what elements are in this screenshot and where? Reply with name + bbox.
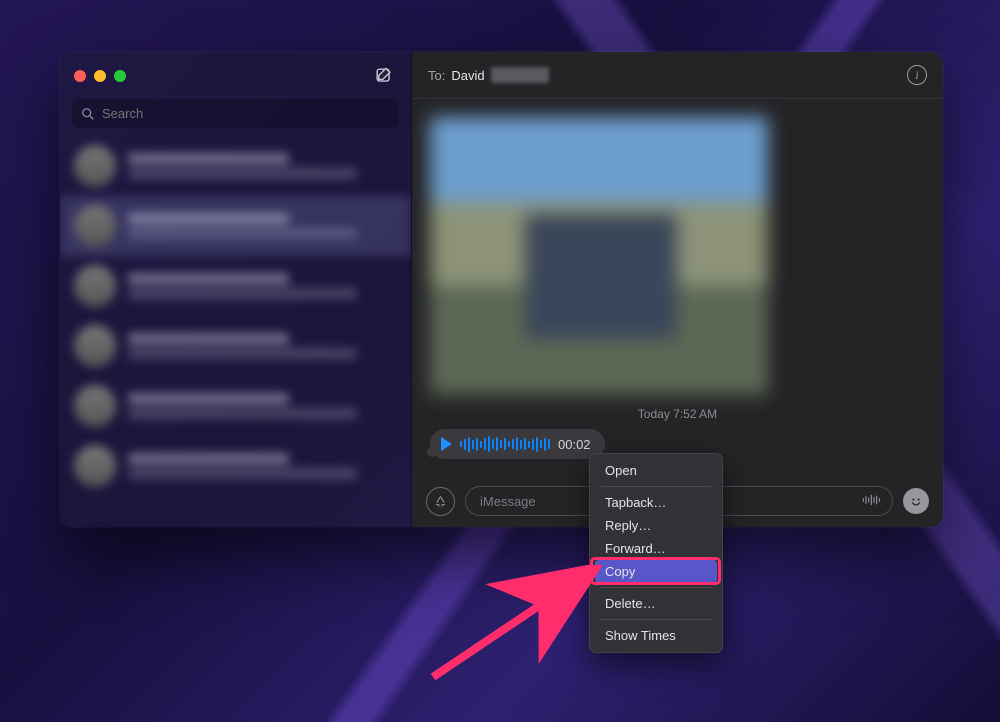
audio-message[interactable]: 00:02 [430, 429, 605, 459]
avatar [74, 385, 116, 427]
titlebar [60, 52, 411, 99]
audio-record-button[interactable] [862, 493, 882, 510]
conversation-item[interactable] [60, 256, 411, 316]
compose-icon [374, 66, 393, 85]
timestamp: Today 7:52 AM [430, 407, 925, 421]
play-icon[interactable] [441, 437, 452, 451]
avatar [74, 205, 116, 247]
conversation-item-selected[interactable] [60, 196, 411, 256]
conversation-header: To: David i [412, 52, 943, 99]
appstore-icon [433, 494, 448, 509]
conversation-item[interactable] [60, 136, 411, 196]
audio-wave-icon [862, 493, 882, 507]
minimize-button[interactable] [94, 70, 106, 82]
apps-button[interactable] [426, 487, 455, 516]
menu-separator [601, 486, 711, 487]
conversation-item[interactable] [60, 316, 411, 376]
sidebar [60, 52, 412, 527]
image-message[interactable] [430, 117, 768, 395]
menu-delete[interactable]: Delete… [595, 592, 717, 615]
menu-open[interactable]: Open [595, 459, 717, 482]
search-icon [81, 107, 95, 121]
context-menu: Open Tapback… Reply… Forward… Copy Delet… [589, 453, 723, 653]
chat-body: Today 7:52 AM 00:02 [412, 99, 943, 475]
menu-separator [601, 619, 711, 620]
search-input[interactable] [102, 106, 390, 121]
messages-window: To: David i Today 7:52 AM [60, 52, 943, 527]
recipient-redacted [491, 67, 549, 83]
conversation-item[interactable] [60, 376, 411, 436]
emoji-button[interactable] [903, 488, 929, 514]
menu-forward[interactable]: Forward… [595, 537, 717, 560]
search-field[interactable] [72, 99, 399, 128]
avatar [74, 445, 116, 487]
menu-copy[interactable]: Copy [595, 560, 717, 583]
avatar [74, 325, 116, 367]
window-controls [74, 70, 126, 82]
menu-show-times[interactable]: Show Times [595, 624, 717, 647]
waveform-icon [460, 435, 550, 453]
recipient-name[interactable]: David [451, 68, 484, 83]
avatar [74, 145, 116, 187]
audio-duration: 00:02 [558, 437, 591, 452]
emoji-icon [907, 492, 925, 510]
menu-tapback[interactable]: Tapback… [595, 491, 717, 514]
details-button[interactable]: i [907, 65, 927, 85]
conversation-item[interactable] [60, 436, 411, 496]
to-label: To: [428, 68, 445, 83]
avatar [74, 265, 116, 307]
fullscreen-button[interactable] [114, 70, 126, 82]
compose-button[interactable] [369, 62, 397, 90]
conversation-list [60, 136, 411, 527]
close-button[interactable] [74, 70, 86, 82]
menu-separator [601, 587, 711, 588]
menu-reply[interactable]: Reply… [595, 514, 717, 537]
